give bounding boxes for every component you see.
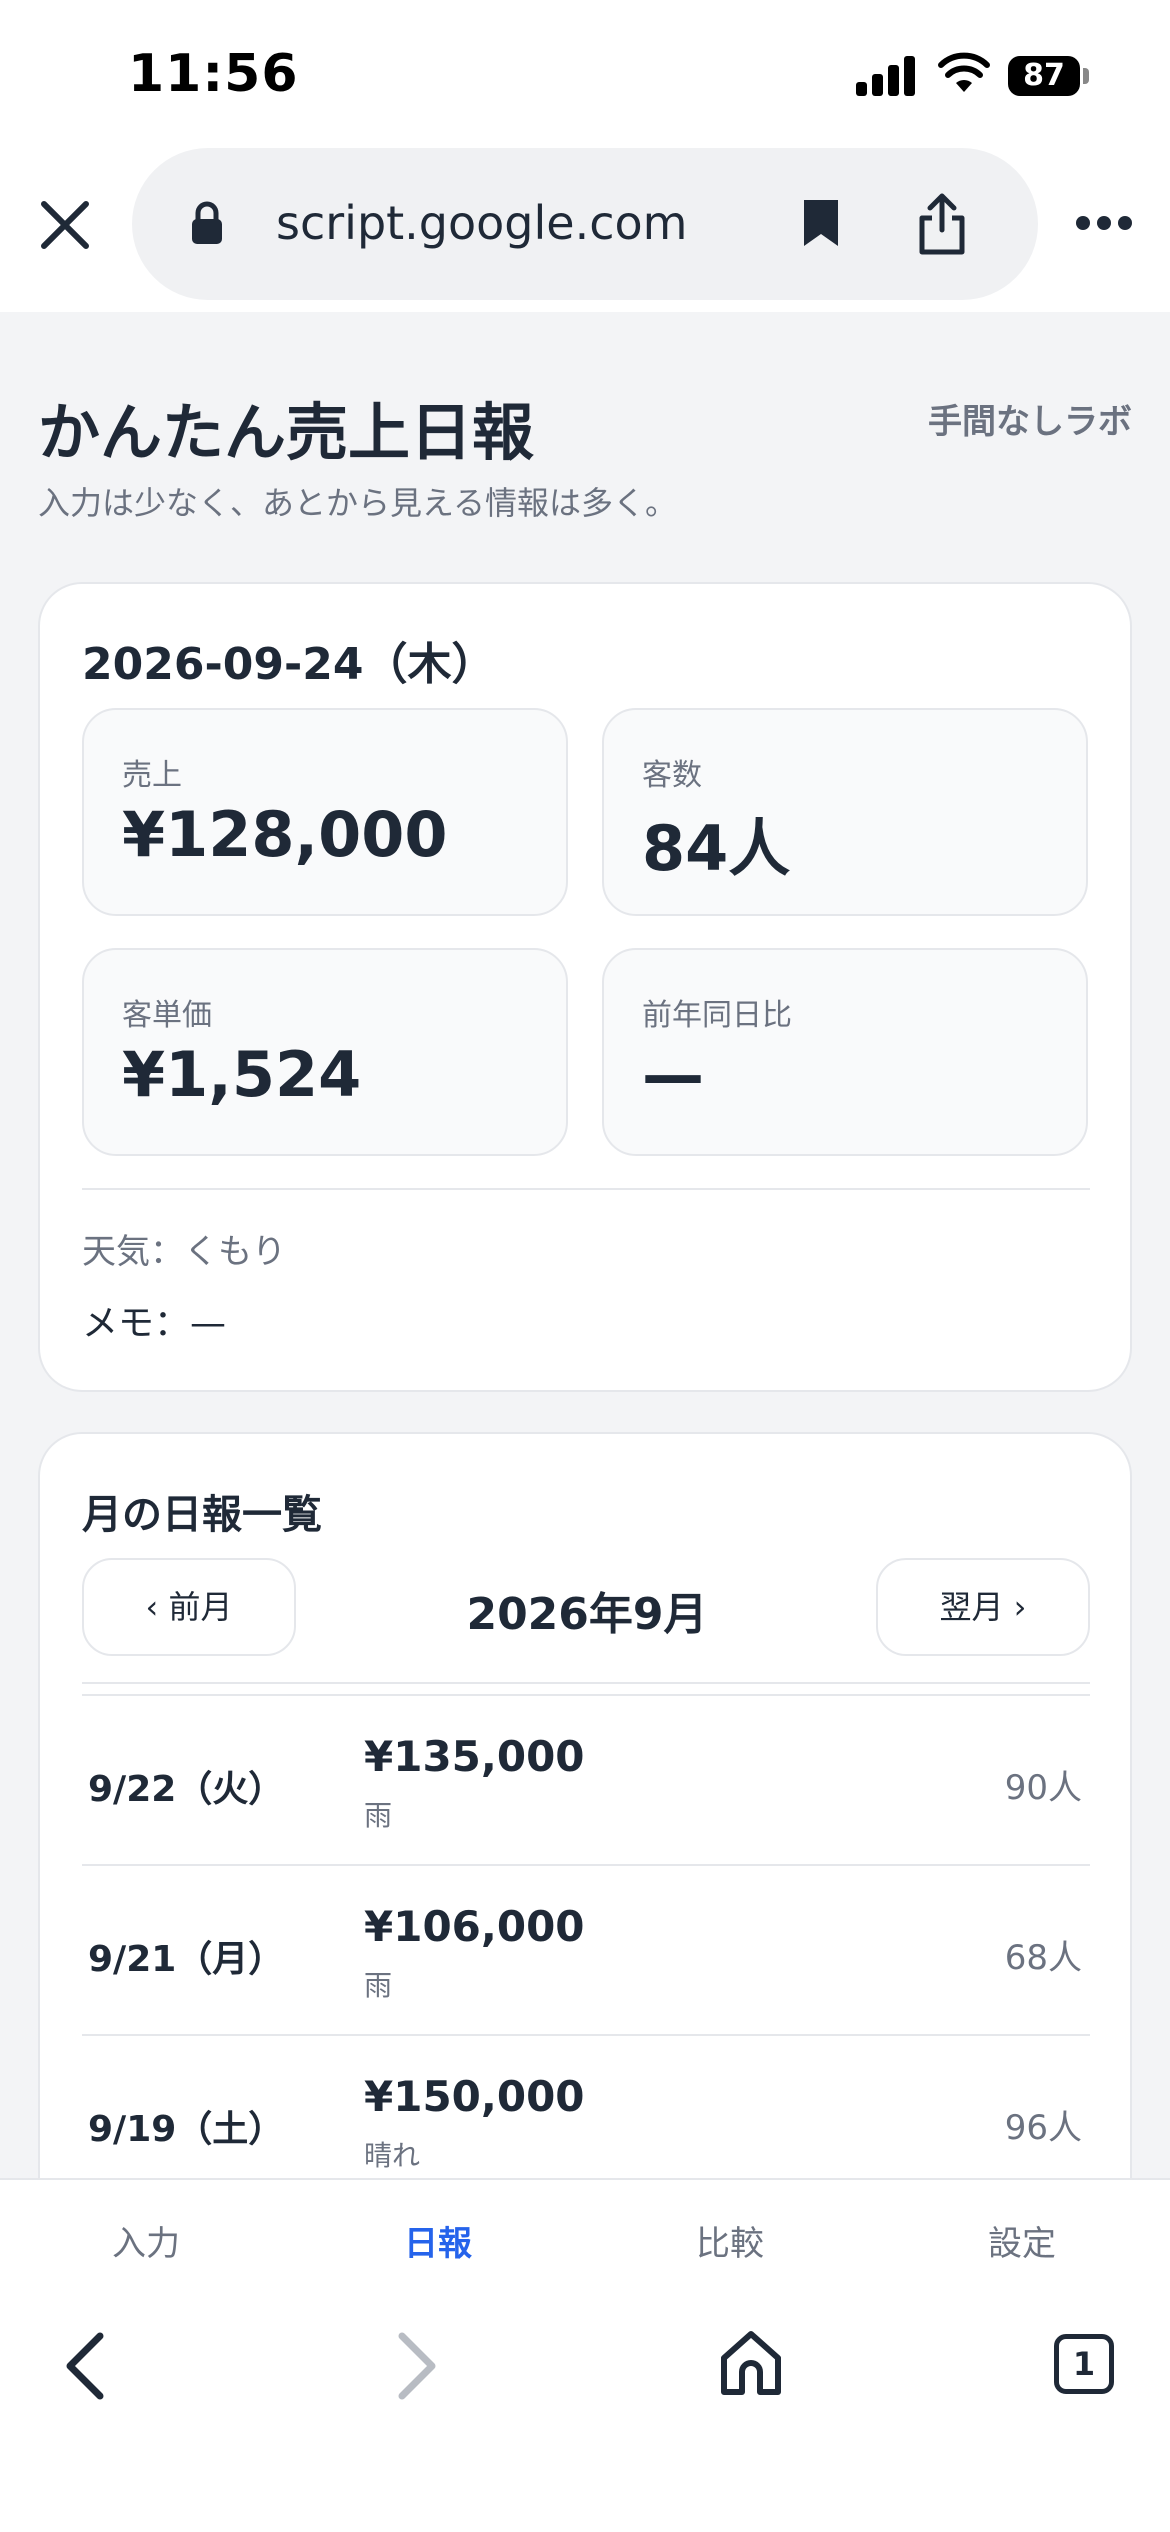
divider bbox=[82, 1188, 1090, 1190]
row-amount: ¥135,000 bbox=[364, 1732, 585, 1781]
tab-settings[interactable]: 設定 bbox=[876, 2216, 1168, 2265]
browser-toolbar: 1 bbox=[0, 2292, 1170, 2532]
url-text: script.google.com bbox=[276, 196, 688, 250]
monthly-list-card: 月の日報一覧 2026年9月 ‹ 前月 翌月 › 9/22（火） ¥135,00… bbox=[38, 1432, 1132, 2178]
address-bar[interactable]: script.google.com bbox=[132, 148, 1038, 300]
browser-bar: script.google.com bbox=[0, 140, 1170, 312]
row-count: 90人 bbox=[1004, 1768, 1082, 1808]
list-item[interactable]: 9/19（土） ¥150,000 晴れ 96人 bbox=[82, 2034, 1090, 2178]
page-content: かんたん売上日報 手間なしラボ 入力は少なく、あとから見える情報は多く。 202… bbox=[0, 312, 1170, 2178]
next-month-button[interactable]: 翌月 › bbox=[876, 1558, 1090, 1656]
metric-value: 84人 bbox=[642, 812, 791, 885]
metric-label: 売上 bbox=[122, 758, 182, 793]
wifi-icon bbox=[938, 52, 990, 92]
list-item[interactable]: 9/21（月） ¥106,000 雨 68人 bbox=[82, 1864, 1090, 2034]
close-icon[interactable] bbox=[36, 196, 94, 254]
more-icon[interactable] bbox=[1076, 216, 1132, 232]
metric-sales: 売上 ¥128,000 bbox=[82, 708, 568, 916]
row-date: 9/21（月） bbox=[88, 1939, 285, 1980]
metric-value: — bbox=[642, 1038, 704, 1111]
metric-yoy: 前年同日比 — bbox=[602, 948, 1088, 1156]
monthly-list-title: 月の日報一覧 bbox=[82, 1492, 322, 1538]
status-bar: 11:56 87 bbox=[0, 0, 1170, 140]
home-icon[interactable] bbox=[718, 2328, 784, 2398]
tabs-icon[interactable]: 1 bbox=[1054, 2334, 1114, 2394]
weather-text: 天気：くもり bbox=[82, 1232, 286, 1272]
row-date: 9/22（火） bbox=[88, 1769, 285, 1810]
page-subtitle: 入力は少なく、あとから見える情報は多く。 bbox=[38, 484, 678, 522]
battery-icon: 87 bbox=[1008, 56, 1089, 96]
metric-value: ¥128,000 bbox=[122, 798, 448, 871]
metric-customers: 客数 84人 bbox=[602, 708, 1088, 916]
row-count: 96人 bbox=[1004, 2108, 1082, 2148]
row-amount: ¥106,000 bbox=[364, 1902, 585, 1951]
signal-icon bbox=[856, 56, 916, 96]
battery-level: 87 bbox=[1008, 56, 1080, 96]
metric-label: 前年同日比 bbox=[642, 998, 792, 1033]
list-item[interactable]: 9/22（火） ¥135,000 雨 90人 bbox=[82, 1694, 1090, 1864]
tab-input[interactable]: 入力 bbox=[0, 2216, 292, 2265]
page-title: かんたん売上日報 bbox=[38, 396, 535, 469]
prev-month-button[interactable]: ‹ 前月 bbox=[82, 1558, 296, 1656]
metric-avg-spend: 客単価 ¥1,524 bbox=[82, 948, 568, 1156]
report-date: 2026-09-24（木） bbox=[82, 639, 496, 690]
row-weather: 雨 bbox=[364, 1969, 393, 2002]
share-icon[interactable] bbox=[916, 192, 968, 256]
brand-label: 手間なしラボ bbox=[928, 402, 1132, 442]
bookmark-icon[interactable] bbox=[800, 196, 842, 250]
divider bbox=[82, 1682, 1090, 1684]
row-weather: 雨 bbox=[364, 1799, 393, 1832]
metric-label: 客単価 bbox=[122, 998, 212, 1033]
row-date: 9/19（土） bbox=[88, 2109, 285, 2150]
daily-summary-card: 2026-09-24（木） 売上 ¥128,000 客数 84人 客単価 ¥1,… bbox=[38, 582, 1132, 1392]
memo-text: メモ：— bbox=[82, 1303, 227, 1344]
lock-icon bbox=[192, 201, 222, 244]
row-amount: ¥150,000 bbox=[364, 2072, 585, 2121]
row-count: 68人 bbox=[1004, 1938, 1082, 1978]
forward-icon bbox=[398, 2332, 436, 2400]
app-tab-bar: 入力 日報 比較 設定 bbox=[0, 2178, 1170, 2292]
metric-label: 客数 bbox=[642, 758, 702, 793]
row-weather: 晴れ bbox=[364, 2139, 421, 2172]
status-time: 11:56 bbox=[128, 44, 299, 104]
back-icon[interactable] bbox=[60, 2330, 110, 2402]
metric-value: ¥1,524 bbox=[122, 1038, 362, 1111]
tab-daily-report[interactable]: 日報 bbox=[292, 2216, 584, 2265]
tab-compare[interactable]: 比較 bbox=[584, 2216, 876, 2265]
